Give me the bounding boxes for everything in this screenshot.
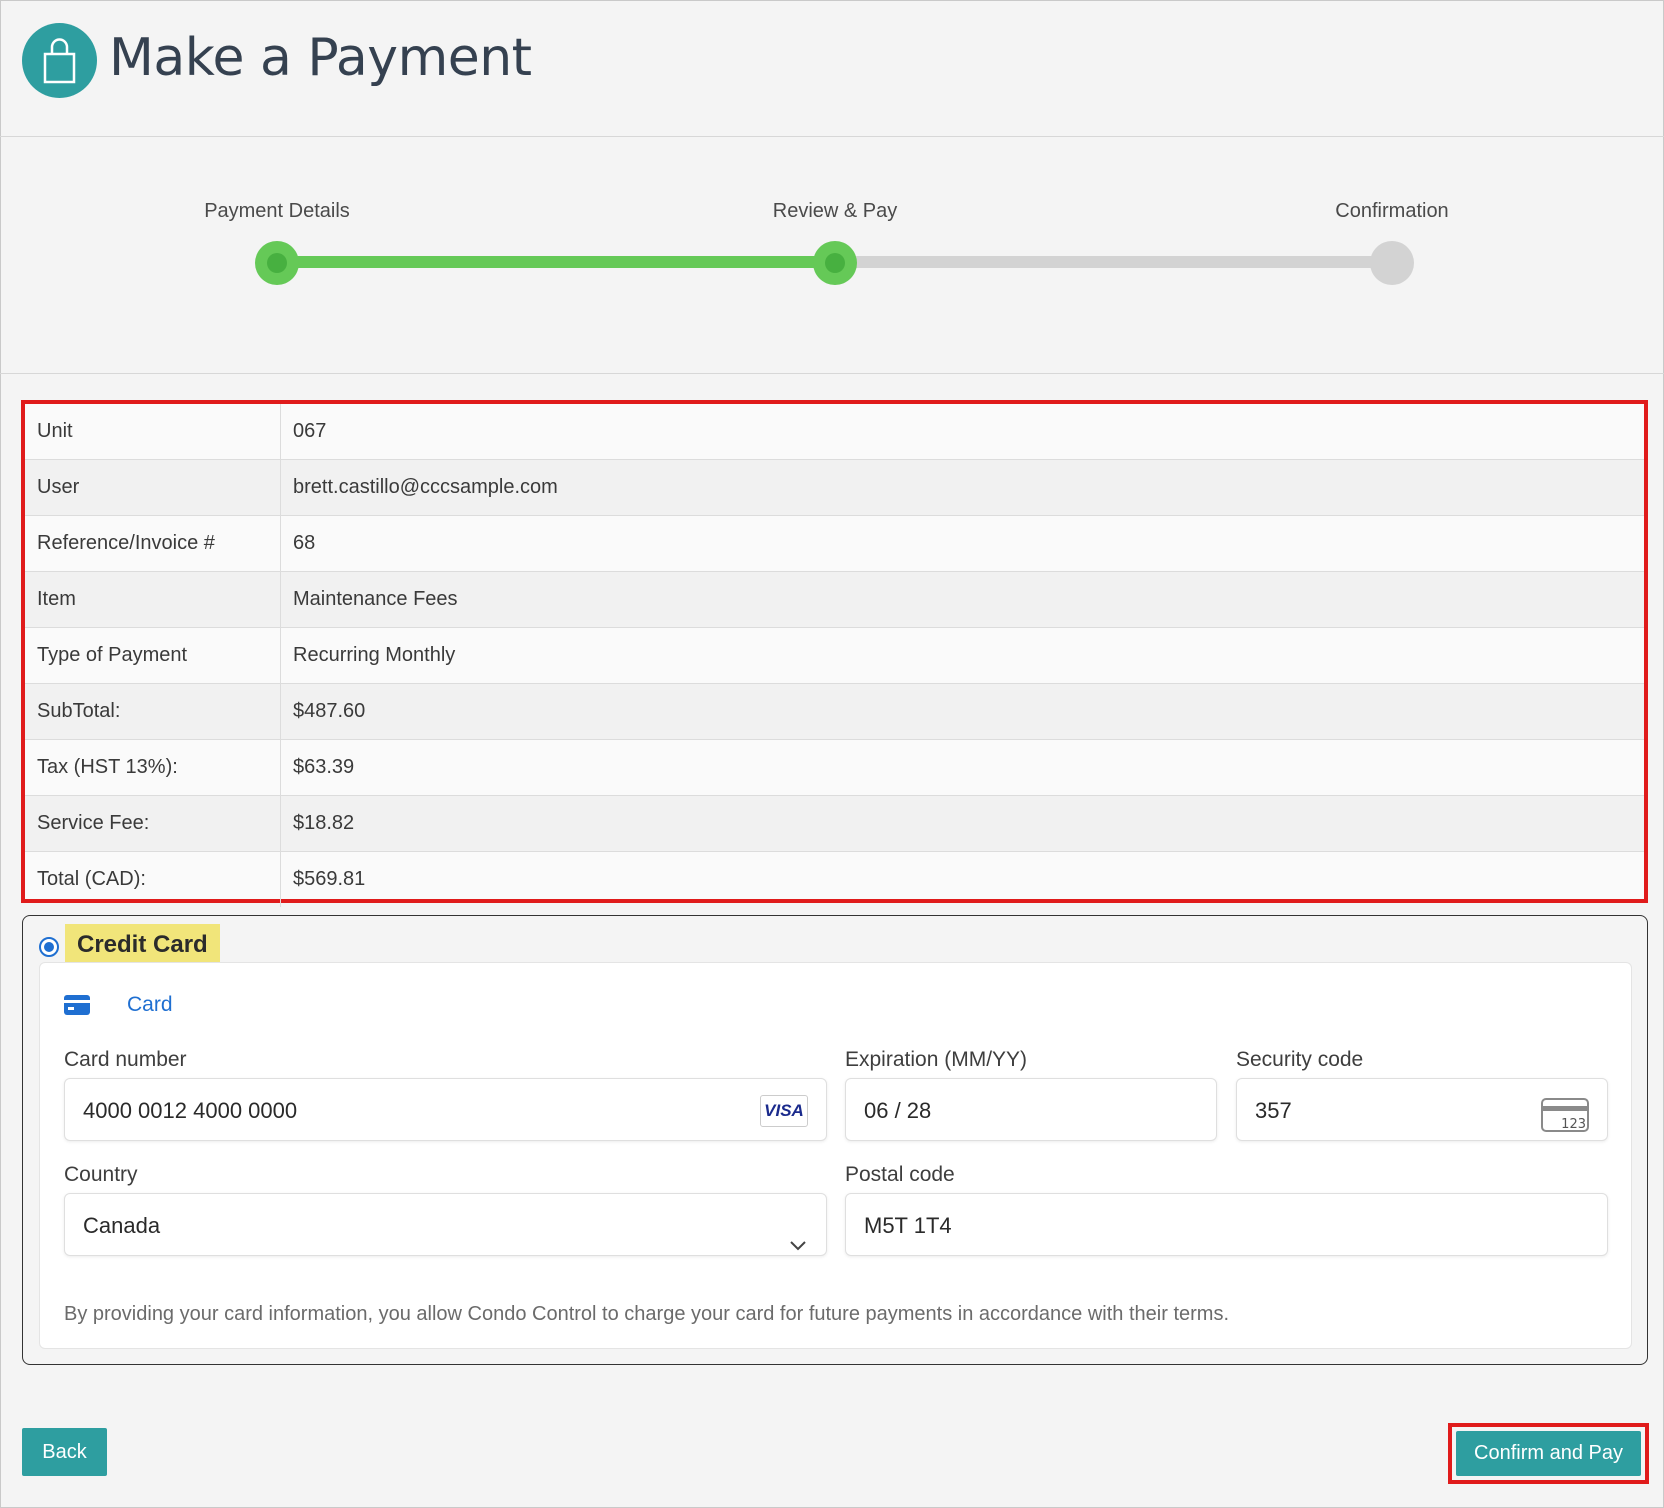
summary-value: Maintenance Fees <box>280 571 1644 628</box>
summary-value: $487.60 <box>280 683 1644 740</box>
postal-code-input[interactable]: M5T 1T4 <box>845 1193 1608 1256</box>
credit-card-radio[interactable] <box>39 937 59 957</box>
summary-value: $569.81 <box>293 868 366 890</box>
summary-row: SubTotal: $487.60 <box>25 683 1644 740</box>
expiration-value: 06 / 28 <box>864 1098 932 1123</box>
summary-key: Type of Payment <box>25 627 281 684</box>
security-code-value: 357 <box>1255 1098 1292 1123</box>
step-dot-confirmation <box>1370 241 1414 285</box>
tab-card[interactable]: Card <box>127 993 173 1017</box>
summary-row: User brett.castillo@cccsample.com <box>25 459 1644 516</box>
card-form: Card Card number 4000 0012 4000 0000 VIS… <box>39 962 1632 1349</box>
step-track-complete <box>277 256 835 268</box>
card-number-input[interactable]: 4000 0012 4000 0000 VISA <box>64 1078 827 1141</box>
summary-key: Total (CAD): <box>25 851 281 907</box>
step-dot-review-pay <box>813 241 857 285</box>
step-label-payment-details: Payment Details <box>204 200 350 222</box>
step-dot-payment-details <box>255 241 299 285</box>
card-number-value: 4000 0012 4000 0000 <box>83 1098 298 1123</box>
visa-icon: VISA <box>760 1095 808 1127</box>
consent-text: By providing your card information, you … <box>64 1303 1229 1325</box>
postal-code-value: M5T 1T4 <box>864 1213 952 1238</box>
credit-card-icon[interactable] <box>64 995 90 1020</box>
card-number-label: Card number <box>64 1048 187 1071</box>
summary-value: $63.39 <box>280 739 1644 796</box>
page-title: Make a Payment <box>109 28 532 88</box>
summary-row: Item Maintenance Fees <box>25 571 1644 628</box>
summary-row: Reference/Invoice #68 <box>25 515 1644 572</box>
country-value: Canada <box>83 1213 161 1238</box>
postal-code-label: Postal code <box>845 1163 955 1186</box>
summary-key: Tax (HST 13%): <box>25 739 281 796</box>
credit-card-label[interactable]: Credit Card <box>65 924 220 963</box>
summary-row: Tax (HST 13%): $63.39 <box>25 739 1644 796</box>
country-select[interactable]: Canada <box>64 1193 827 1256</box>
chevron-down-icon <box>788 1216 808 1279</box>
summary-row: Unit 067 <box>25 404 1644 460</box>
cvc-icon-text: 123 <box>1561 1117 1586 1132</box>
summary-key: Item <box>25 571 281 628</box>
step-track-pending <box>835 256 1392 268</box>
confirm-highlight: Confirm and Pay <box>1448 1423 1649 1484</box>
summary-key: Unit <box>25 404 281 460</box>
summary-value: brett.castillo@cccsample.com <box>280 459 1644 516</box>
confirm-and-pay-button[interactable]: Confirm and Pay <box>1456 1431 1641 1476</box>
summary-row: Service Fee: $18.82 <box>25 795 1644 852</box>
expiration-input[interactable]: 06 / 28 <box>845 1078 1217 1141</box>
summary-key: Reference/Invoice # <box>25 515 281 572</box>
payment-summary-table: Unit 067 User brett.castillo@cccsample.com R… <box>21 400 1648 907</box>
summary-value: Recurring Monthly <box>280 627 1644 684</box>
cvc-card-icon: 123 <box>1541 1093 1589 1156</box>
page-header: Make a Payment <box>0 0 1664 137</box>
summary-key: SubTotal: <box>25 683 281 740</box>
step-label-review-pay: Review & Pay <box>772 200 898 222</box>
shopping-bag-icon <box>22 23 97 98</box>
expiration-label: Expiration (MM/YY) <box>845 1048 1028 1071</box>
back-button[interactable]: Back <box>22 1428 107 1476</box>
step-label-confirmation: Confirmation <box>1335 200 1449 222</box>
payment-method-panel: Credit Card Card Card number 4000 0012 4… <box>22 915 1648 1365</box>
summary-row: Type of Payment Recurring Monthly <box>25 627 1644 684</box>
summary-value: 68 <box>280 515 1644 572</box>
security-code-input[interactable]: 357 123 <box>1236 1078 1608 1141</box>
progress-stepper: Payment Details Review & Pay Confirmatio… <box>0 137 1664 374</box>
summary-key: Service Fee: <box>25 795 281 852</box>
security-code-label: Security code <box>1236 1048 1364 1071</box>
summary-value: 067 <box>280 404 1644 460</box>
country-label: Country <box>64 1163 138 1186</box>
summary-row: Total (CAD): $569.81 <box>25 851 1644 907</box>
summary-key: User <box>25 459 281 516</box>
summary-value: $18.82 <box>280 795 1644 852</box>
